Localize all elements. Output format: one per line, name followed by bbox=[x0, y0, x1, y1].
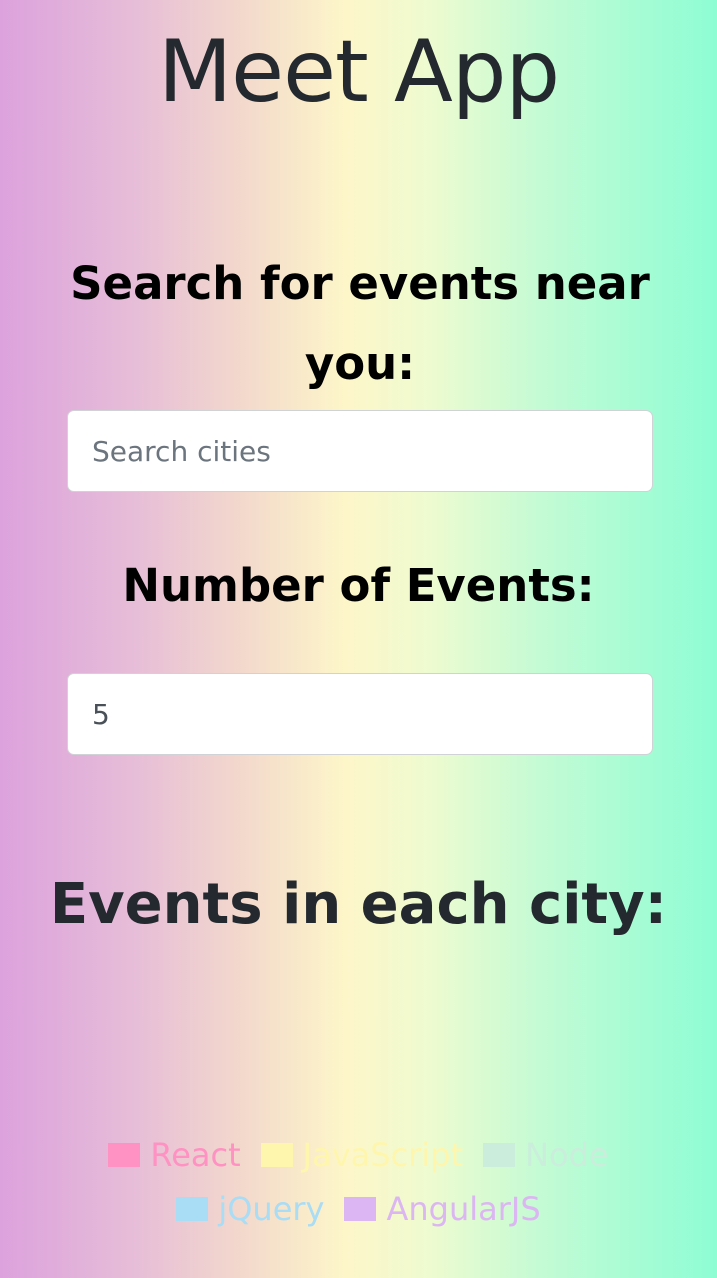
events-per-city-heading: Events in each city: bbox=[49, 872, 668, 937]
legend-label-react: React bbox=[150, 1136, 241, 1174]
legend-swatch-react bbox=[108, 1143, 141, 1167]
legend-item-react[interactable]: React bbox=[108, 1132, 241, 1178]
legend-label-angularjs: AngularJS bbox=[386, 1190, 541, 1228]
legend-label-jquery: jQuery bbox=[218, 1190, 325, 1228]
city-search-input[interactable] bbox=[67, 410, 653, 492]
search-heading: Search for events near you: bbox=[70, 257, 650, 390]
legend-swatch-jquery bbox=[176, 1197, 209, 1221]
number-of-events-heading: Number of Events: bbox=[122, 559, 595, 612]
legend-item-angularjs[interactable]: AngularJS bbox=[344, 1186, 541, 1232]
legend-swatch-node bbox=[483, 1143, 516, 1167]
legend-swatch-angularjs bbox=[344, 1197, 377, 1221]
number-of-events-input[interactable] bbox=[67, 673, 653, 755]
legend-item-javascript[interactable]: JavaScript bbox=[260, 1132, 464, 1178]
legend-item-jquery[interactable]: jQuery bbox=[176, 1186, 324, 1232]
legend-swatch-javascript bbox=[260, 1143, 293, 1167]
genre-legend: React JavaScript Node jQuery AngularJS bbox=[60, 1132, 657, 1232]
legend-label-node: Node bbox=[525, 1136, 609, 1174]
app-title: Meet App bbox=[157, 22, 560, 122]
legend-item-node[interactable]: Node bbox=[483, 1132, 609, 1178]
legend-label-javascript: JavaScript bbox=[302, 1136, 464, 1174]
